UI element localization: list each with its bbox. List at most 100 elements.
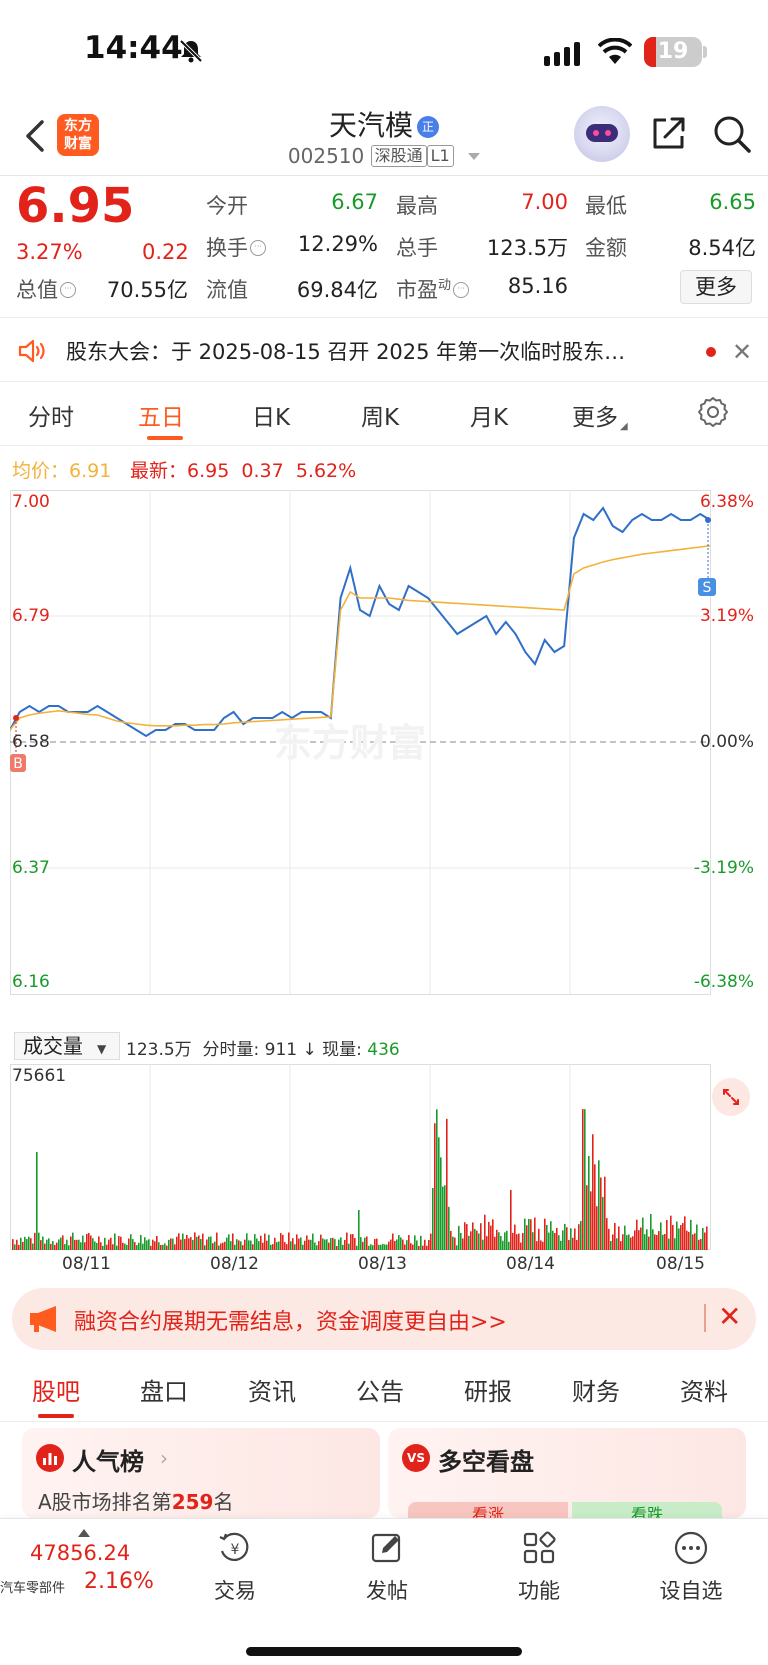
volume-bar: [224, 1241, 226, 1250]
volume-bar: [386, 1244, 388, 1250]
promo-banner[interactable]: 融资合约展期无需结息，资金调度更自由>> ✕: [12, 1288, 756, 1350]
bull-button[interactable]: 看涨: [408, 1502, 568, 1518]
volume-bar: [690, 1219, 692, 1250]
volume-bar: [476, 1230, 478, 1250]
volume-bar: [668, 1238, 670, 1250]
turnover-label[interactable]: 换手 ···: [206, 232, 266, 262]
y-axis-price-label: 6.16: [12, 972, 50, 992]
avg-price-legend: 均价：6.91: [12, 460, 112, 482]
search-icon[interactable]: [712, 114, 752, 154]
volume-bar: [186, 1234, 188, 1250]
volume-bar: [676, 1221, 678, 1250]
volume-bar: [508, 1241, 510, 1250]
bull-bear-card[interactable]: VS 多空看盘 看涨 看跌: [388, 1428, 746, 1518]
sector-index-value[interactable]: 47856.24: [30, 1541, 130, 1565]
volume-bar: [330, 1238, 332, 1250]
volume-bar: [60, 1237, 62, 1250]
active-tab-indicator: [147, 436, 183, 440]
share-icon[interactable]: [650, 114, 688, 152]
mktcap-label[interactable]: 总值 ···: [16, 274, 76, 304]
current-price: 6.95: [16, 178, 135, 234]
popularity-card[interactable]: 人气榜 › A股市场排名第259名: [22, 1428, 380, 1518]
promo-text[interactable]: 融资合约展期无需结息，资金调度更自由>>: [74, 1304, 507, 1336]
volume-bar: [56, 1242, 58, 1250]
volume-bar: [138, 1242, 140, 1250]
cellular-signal-icon: [544, 42, 580, 66]
volume-bar: [338, 1239, 340, 1250]
bear-button[interactable]: 看跌: [572, 1502, 722, 1518]
close-icon[interactable]: ✕: [732, 338, 752, 366]
tab-monthly-k[interactable]: 月K: [470, 398, 508, 432]
volume-bar: [300, 1237, 302, 1250]
volume-bar: [236, 1239, 238, 1250]
volume-bar: [478, 1233, 480, 1250]
volume-bar: [166, 1245, 168, 1250]
volume-bar: [120, 1236, 122, 1250]
indicator-select[interactable]: 成交量 ▼: [14, 1032, 120, 1060]
tab-intraday[interactable]: 分时: [28, 398, 74, 432]
volume-bar: [144, 1237, 146, 1250]
volume-bar: [112, 1244, 114, 1250]
volume-bar: [662, 1234, 664, 1250]
close-icon[interactable]: ✕: [718, 1300, 741, 1333]
more-quote-button[interactable]: 更多: [680, 270, 752, 304]
volume-bar: [328, 1242, 330, 1250]
market-tag: 深股通: [370, 145, 427, 167]
tab-announcements[interactable]: 公告: [356, 1372, 404, 1407]
volume-bar: [340, 1237, 342, 1250]
float-value: 69.84亿: [296, 278, 378, 302]
volume-bar: [312, 1233, 314, 1250]
tab-research[interactable]: 研报: [464, 1372, 512, 1407]
tab-order-book[interactable]: 盘口: [140, 1372, 188, 1407]
volume-bar: [658, 1231, 660, 1250]
volume-bar: [632, 1236, 634, 1250]
tab-weekly-k[interactable]: 周K: [361, 398, 399, 432]
tab-guba[interactable]: 股吧: [32, 1372, 80, 1407]
five-day-price-chart[interactable]: 东方财富 S B: [10, 490, 758, 1028]
svg-text:¥: ¥: [231, 1542, 240, 1558]
latest-price-legend: 最新：6.95 0.37 5.62%: [130, 460, 357, 482]
nav-trade[interactable]: ¥ 交易: [190, 1529, 280, 1605]
volume-bar: [520, 1242, 522, 1250]
volume-bar: [234, 1244, 236, 1250]
volume-bar: [62, 1235, 64, 1250]
notice-bar[interactable]: 股东大会：于 2025-08-15 召开 2025 年第一次临时股东… ✕: [0, 320, 768, 382]
unread-dot: [706, 347, 716, 357]
tab-five-day[interactable]: 五日: [138, 398, 184, 432]
avg-price-line: [10, 545, 711, 731]
nav-functions[interactable]: 功能: [494, 1529, 584, 1605]
volume-bar: [566, 1227, 568, 1250]
volume-bar: [420, 1235, 422, 1250]
tab-news[interactable]: 资讯: [248, 1372, 296, 1407]
volume-bar: [140, 1234, 142, 1250]
pe-label[interactable]: 市盈动 ···: [396, 274, 470, 304]
volume-bar: [76, 1239, 78, 1250]
date-label: 08/15: [656, 1254, 705, 1274]
tab-more[interactable]: 更多 ◢: [572, 398, 628, 432]
volume-bar: [274, 1237, 276, 1250]
volume-bar: [350, 1234, 352, 1250]
tab-profile[interactable]: 资料: [680, 1372, 728, 1407]
vs-icon: VS: [402, 1444, 430, 1472]
tab-daily-k[interactable]: 日K: [252, 398, 290, 432]
assistant-avatar[interactable]: [574, 106, 630, 162]
volume-bar: [70, 1236, 72, 1250]
volume-bar: [310, 1239, 312, 1250]
volume-bar: [18, 1244, 20, 1250]
chart-period-tabs: 分时 五日 日K 周K 月K 更多 ◢: [0, 384, 768, 446]
volume-chart[interactable]: [10, 1064, 758, 1250]
volume-bar: [482, 1239, 484, 1250]
caret-up-icon: [78, 1529, 90, 1537]
nav-post[interactable]: 发帖: [342, 1529, 432, 1605]
volume-bar: [142, 1243, 144, 1250]
trade-icon: ¥: [219, 1532, 249, 1561]
volume-bar: [118, 1236, 120, 1250]
gear-icon[interactable]: [697, 396, 729, 428]
notice-text[interactable]: 股东大会：于 2025-08-15 召开 2025 年第一次临时股东…: [66, 336, 676, 366]
tab-financials[interactable]: 财务: [572, 1372, 620, 1407]
volume-bar: [178, 1233, 180, 1250]
nav-add-watchlist[interactable]: 设自选: [646, 1529, 736, 1605]
expand-icon[interactable]: [712, 1078, 750, 1116]
y-axis-price-label: 6.37: [12, 858, 50, 878]
bar-chart-icon: [36, 1444, 64, 1472]
